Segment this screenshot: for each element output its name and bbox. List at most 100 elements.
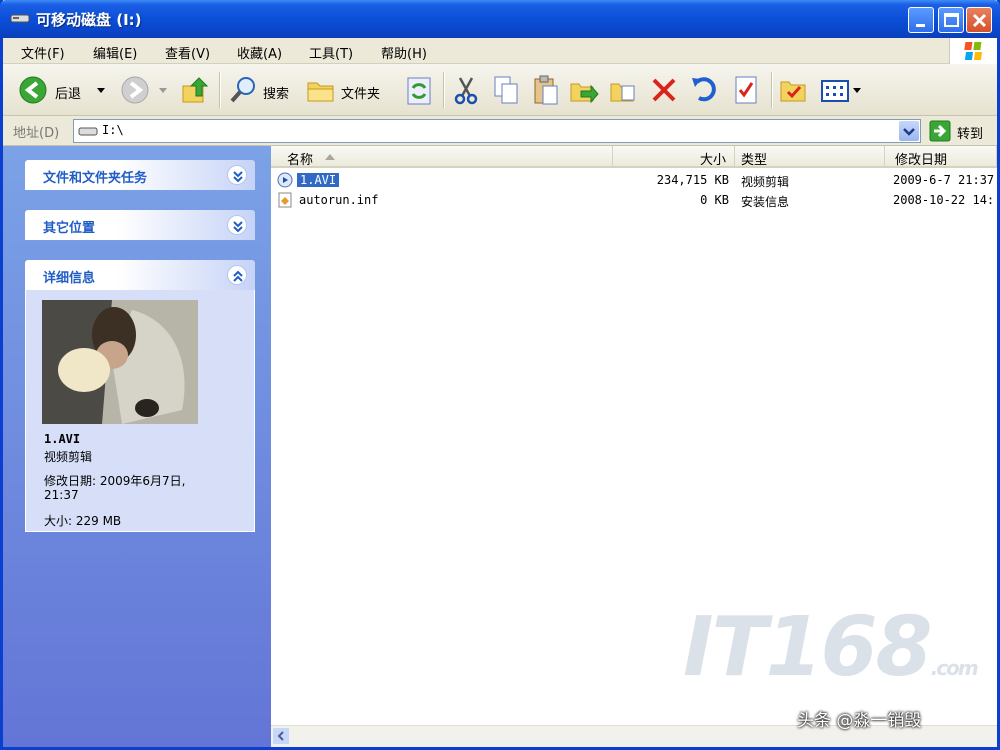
paste-button[interactable] bbox=[531, 74, 561, 108]
menu-file[interactable]: 文件(F) bbox=[21, 43, 65, 62]
search-button[interactable]: 搜索 bbox=[227, 74, 297, 108]
toolbar-separator bbox=[771, 72, 772, 108]
folders-button[interactable]: 文件夹 bbox=[305, 74, 391, 108]
site-watermark: IT168.com bbox=[683, 600, 979, 695]
back-button[interactable]: 后退 bbox=[17, 74, 109, 108]
folders-label: 文件夹 bbox=[341, 87, 381, 102]
views-icon bbox=[821, 80, 849, 102]
properties-button[interactable] bbox=[731, 74, 761, 108]
video-thumbnail bbox=[42, 300, 198, 424]
copy-to-folder-icon bbox=[610, 83, 635, 102]
file-row[interactable]: autorun.inf 0 KB 安装信息 2008-10-22 14: bbox=[271, 190, 997, 210]
column-header-modified[interactable]: 修改日期 bbox=[885, 146, 997, 168]
address-label: 地址(D) bbox=[13, 126, 60, 141]
menu-edit[interactable]: 编辑(E) bbox=[93, 43, 137, 62]
menu-bar: 文件(F) 编辑(E) 查看(V) 收藏(A) 工具(T) 帮助(H) bbox=[3, 38, 997, 64]
column-size-label: 大小 bbox=[699, 153, 726, 168]
copy-to-button[interactable] bbox=[609, 74, 639, 108]
paste-icon bbox=[534, 75, 558, 105]
source-caption: 头条 @淼一销毁 bbox=[797, 711, 922, 731]
views-dropdown-icon[interactable] bbox=[853, 88, 861, 94]
setup-info-file-icon bbox=[278, 192, 292, 208]
go-arrow-icon bbox=[929, 120, 951, 142]
menu-help[interactable]: 帮助(H) bbox=[381, 43, 427, 62]
file-modified: 2009-6-7 21:37 bbox=[893, 173, 995, 187]
forward-button[interactable] bbox=[119, 74, 167, 108]
standard-toolbar: 后退 搜索 文件夹 bbox=[3, 64, 997, 116]
file-name: 1.AVI bbox=[297, 173, 340, 187]
removable-drive-icon bbox=[10, 14, 30, 23]
up-folder-button[interactable] bbox=[179, 74, 211, 108]
window-title: 可移动磁盘 (I:) bbox=[36, 11, 142, 29]
task-pane: 文件和文件夹任务 其它位置 详细信息 1.AVI 视频剪辑 修改日期: 2009… bbox=[3, 146, 271, 747]
menu-view[interactable]: 查看(V) bbox=[165, 43, 210, 62]
copy-icon bbox=[494, 76, 518, 104]
menu-favorites[interactable]: 收藏(A) bbox=[237, 43, 282, 62]
scissors-icon bbox=[454, 77, 478, 105]
detail-modified: 修改日期: 2009年6月7日, bbox=[44, 474, 186, 488]
go-button[interactable]: 转到 bbox=[929, 120, 995, 142]
delete-x-icon bbox=[652, 78, 676, 102]
file-size: 0 KB bbox=[700, 193, 729, 207]
panel-file-tasks[interactable]: 文件和文件夹任务 bbox=[25, 160, 255, 190]
move-to-button[interactable] bbox=[569, 74, 599, 108]
views-button[interactable] bbox=[819, 74, 863, 108]
column-type-label: 类型 bbox=[741, 153, 768, 168]
column-header-size[interactable]: 大小 bbox=[613, 146, 735, 168]
back-arrow-icon bbox=[19, 76, 47, 104]
search-label: 搜索 bbox=[263, 87, 290, 102]
folder-options-button[interactable] bbox=[779, 74, 809, 108]
expand-chevron-icon[interactable] bbox=[227, 165, 247, 185]
windows-logo-icon bbox=[949, 38, 997, 65]
watermark-suffix: .com bbox=[930, 656, 979, 680]
undo-button[interactable] bbox=[689, 74, 719, 108]
file-modified: 2008-10-22 14: bbox=[893, 193, 995, 207]
title-bar[interactable]: 可移动磁盘 (I:) bbox=[0, 0, 1000, 38]
delete-button[interactable] bbox=[649, 74, 679, 108]
panel-other-places-title: 其它位置 bbox=[43, 221, 96, 236]
back-label: 后退 bbox=[55, 87, 82, 102]
panel-details[interactable]: 详细信息 bbox=[25, 260, 255, 290]
forward-dropdown-icon[interactable] bbox=[159, 88, 167, 94]
detail-filename: 1.AVI bbox=[44, 432, 81, 446]
maximize-button[interactable] bbox=[938, 7, 964, 33]
video-file-icon bbox=[277, 172, 293, 188]
address-bar: 地址(D) I:\ 转到 bbox=[3, 116, 997, 146]
scroll-left-icon[interactable] bbox=[273, 728, 289, 744]
chevron-down-icon bbox=[903, 128, 915, 136]
column-header-type[interactable]: 类型 bbox=[735, 146, 885, 168]
menu-tools[interactable]: 工具(T) bbox=[309, 43, 353, 62]
file-size: 234,715 KB bbox=[656, 173, 729, 187]
folder-check-icon bbox=[780, 81, 806, 102]
maximize-icon bbox=[944, 13, 959, 27]
undo-icon bbox=[692, 77, 716, 102]
cut-button[interactable] bbox=[451, 74, 481, 108]
address-dropdown-button[interactable] bbox=[899, 121, 919, 141]
file-type: 安装信息 bbox=[741, 195, 790, 209]
forward-arrow-icon bbox=[121, 76, 149, 104]
folder-icon bbox=[307, 82, 334, 102]
search-icon bbox=[230, 77, 255, 103]
copy-button[interactable] bbox=[491, 74, 521, 108]
back-dropdown-icon[interactable] bbox=[97, 88, 105, 94]
move-to-folder-icon bbox=[570, 83, 599, 104]
column-header-name[interactable]: 名称 bbox=[271, 146, 613, 168]
address-input[interactable]: I:\ bbox=[73, 119, 921, 143]
watermark-text: IT168 bbox=[683, 600, 933, 695]
file-name: autorun.inf bbox=[299, 193, 379, 207]
properties-icon bbox=[735, 76, 757, 104]
file-list[interactable]: 名称 大小 类型 修改日期 1.AVI 234,715 KB 视频剪辑 2009… bbox=[271, 146, 997, 747]
toolbar-separator bbox=[443, 72, 444, 108]
panel-details-title: 详细信息 bbox=[43, 271, 96, 286]
minimize-button[interactable] bbox=[908, 7, 934, 33]
file-row[interactable]: 1.AVI 234,715 KB 视频剪辑 2009-6-7 21:37 bbox=[271, 170, 997, 190]
expand-chevron-icon[interactable] bbox=[227, 215, 247, 235]
up-folder-icon bbox=[182, 77, 209, 103]
panel-other-places[interactable]: 其它位置 bbox=[25, 210, 255, 240]
file-type: 视频剪辑 bbox=[741, 175, 790, 189]
close-icon bbox=[972, 13, 987, 28]
sync-button[interactable] bbox=[403, 74, 435, 108]
close-button[interactable] bbox=[966, 7, 992, 33]
collapse-chevron-icon[interactable] bbox=[227, 265, 247, 285]
details-body: 1.AVI 视频剪辑 修改日期: 2009年6月7日, 21:37 大小: 22… bbox=[25, 290, 255, 532]
